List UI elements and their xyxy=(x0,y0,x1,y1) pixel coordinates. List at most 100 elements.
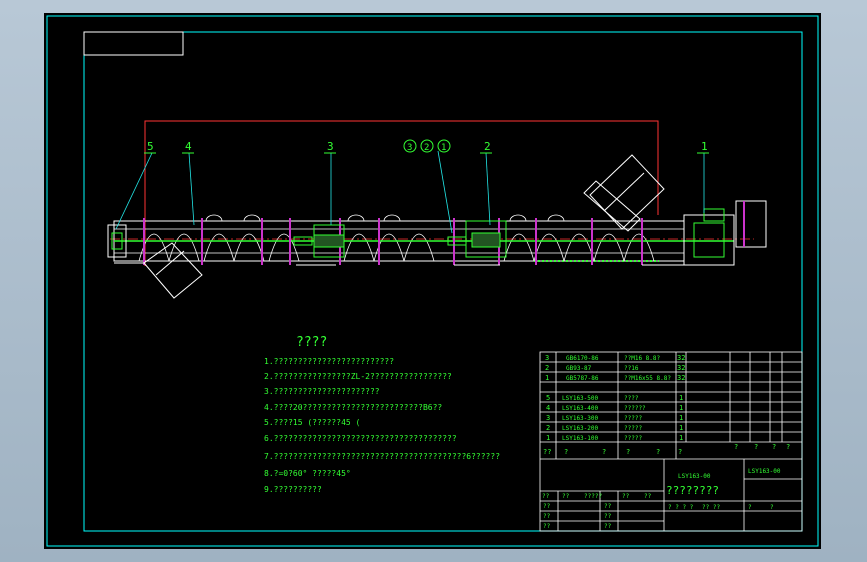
balloon-5: 5 xyxy=(144,140,156,154)
screw-flights xyxy=(138,233,655,262)
svg-text:3: 3 xyxy=(546,414,550,422)
balloon-1: 1 xyxy=(697,140,709,154)
svg-text:?????: ????? xyxy=(624,435,642,442)
svg-text:?: ? xyxy=(734,443,738,451)
svg-text:3: 3 xyxy=(545,354,549,362)
svg-text:4: 4 xyxy=(185,140,192,153)
svg-text:??: ?? xyxy=(622,493,630,500)
note-line: 2.????????????????ZL-2????????????????? xyxy=(264,372,452,381)
svg-text:1: 1 xyxy=(546,434,550,442)
svg-text:2: 2 xyxy=(546,424,550,432)
svg-text:3: 3 xyxy=(407,143,412,153)
drawing-number-left: LSY163-00 xyxy=(678,473,711,480)
bom-std-row: 2 GB93-87 ??16 32 xyxy=(545,364,685,372)
svg-text:??: ?? xyxy=(542,493,550,500)
svg-text:?: ? xyxy=(754,443,758,451)
balloon-4: 4 xyxy=(182,140,194,154)
svg-text:?: ? xyxy=(626,448,630,456)
note-line: 3.?????????????????????? xyxy=(264,387,380,396)
svg-text:??M16x55 8.8?: ??M16x55 8.8? xyxy=(624,375,671,382)
svg-text:LSY163-200: LSY163-200 xyxy=(562,425,599,432)
svg-text:??: ?? xyxy=(604,523,612,530)
drawing-name: ???????? xyxy=(666,484,719,497)
bom-std-row: 1 GB5787-86 ??M16x55 8.8? 32 xyxy=(545,374,685,382)
svg-text:?: ? xyxy=(678,448,682,456)
outlet-chute xyxy=(143,242,203,299)
outer-frame xyxy=(46,15,819,547)
balloon-3: 3 xyxy=(324,140,336,154)
svg-text:?: ? xyxy=(602,448,606,456)
svg-text:?: ? xyxy=(564,448,568,456)
note-line: 6.?????????????????????????????????????? xyxy=(264,434,457,443)
svg-text:? ? ? ?: ? ? ? ? xyxy=(668,504,694,511)
svg-text:??M16 8.8?: ??M16 8.8? xyxy=(624,355,661,362)
svg-text:2: 2 xyxy=(545,364,549,372)
svg-text:??: ?? xyxy=(543,523,551,530)
svg-text:1: 1 xyxy=(545,374,549,382)
svg-text:????: ???? xyxy=(624,395,639,402)
svg-text:??: ?? xyxy=(604,513,612,520)
svg-text:??16: ??16 xyxy=(624,365,639,372)
svg-text:32: 32 xyxy=(677,374,685,382)
note-line: 9.?????????? xyxy=(264,485,322,494)
svg-text:??????: ?????? xyxy=(624,405,646,412)
svg-text:?: ? xyxy=(786,443,790,451)
svg-text:LSY163-100: LSY163-100 xyxy=(562,435,599,442)
red-outline xyxy=(144,120,659,266)
bom-part-row: 2 LSY163-200 ????? 1 xyxy=(546,424,683,432)
svg-text:1: 1 xyxy=(701,140,708,153)
svg-text:?????: ????? xyxy=(624,425,642,432)
bom-part-row: 5 LSY163-500 ???? 1 xyxy=(546,394,683,402)
bom-header: ?? ? ? ? ? ? ? ? ? ? xyxy=(543,443,790,456)
svg-text:1: 1 xyxy=(679,414,683,422)
svg-text:3: 3 xyxy=(327,140,334,153)
svg-text:??: ?? xyxy=(604,503,612,510)
svg-text:GB5787-86: GB5787-86 xyxy=(566,375,599,382)
corner-box xyxy=(83,31,184,56)
svg-text:32: 32 xyxy=(677,354,685,362)
svg-text:1: 1 xyxy=(679,434,683,442)
svg-text:5: 5 xyxy=(546,394,550,402)
bom-std-row: 3 GB6170-86 ??M16 8.8? 32 xyxy=(545,354,685,362)
support-feet xyxy=(114,262,684,266)
svg-text:?: ? xyxy=(770,504,774,511)
svg-text:32: 32 xyxy=(677,364,685,372)
svg-text:1: 1 xyxy=(679,424,683,432)
bom-part-row: 1 LSY163-100 ????? 1 xyxy=(546,434,683,442)
svg-text:?????: ????? xyxy=(624,415,642,422)
drawing-number-right: LSY163-00 xyxy=(748,468,781,475)
svg-text:1: 1 xyxy=(441,143,446,153)
svg-text:?????: ????? xyxy=(584,493,602,500)
bom-part-row: 3 LSY163-300 ????? 1 xyxy=(546,414,683,422)
svg-text:??: ?? xyxy=(562,493,570,500)
svg-text:??: ?? xyxy=(644,493,652,500)
note-line: 4.????20?????????????????????????B6?? xyxy=(264,403,442,412)
inlet-chute xyxy=(583,154,665,232)
svg-text:LSY163-300: LSY163-300 xyxy=(562,415,599,422)
notes-title: ???? xyxy=(296,335,327,350)
note-line: 1.????????????????????????? xyxy=(264,357,394,366)
svg-text:?: ? xyxy=(656,448,660,456)
balloon-group-321: 3 2 1 xyxy=(403,139,451,153)
svg-text:2: 2 xyxy=(424,143,429,153)
svg-text:GB6170-86: GB6170-86 xyxy=(566,355,599,362)
svg-text:5: 5 xyxy=(147,140,154,153)
svg-text:1: 1 xyxy=(679,394,683,402)
svg-text:4: 4 xyxy=(546,404,550,412)
svg-text:1: 1 xyxy=(679,404,683,412)
svg-text:2: 2 xyxy=(484,140,491,153)
svg-text:?: ? xyxy=(772,443,776,451)
technical-notes: ???? 1.????????????????????????? 2.?????… xyxy=(264,335,500,494)
cover-bolts xyxy=(205,214,565,222)
svg-text:LSY163-400: LSY163-400 xyxy=(562,405,599,412)
svg-text:LSY163-500: LSY163-500 xyxy=(562,395,599,402)
svg-text:GB93-87: GB93-87 xyxy=(566,365,592,372)
svg-text:??: ?? xyxy=(543,448,551,456)
bom-part-row: 4 LSY163-400 ?????? 1 xyxy=(546,404,683,412)
cad-drawing: 5 4 3 3 2 1 2 1 ???? 1.?????????????????… xyxy=(46,15,819,547)
drive-unit xyxy=(683,200,767,266)
note-line: 5.????15 (??????45 ( xyxy=(264,418,360,427)
svg-text:??: ?? xyxy=(543,503,551,510)
note-line: 7.??????????????????????????????????????… xyxy=(264,452,500,461)
svg-text:?? ??: ?? ?? xyxy=(702,504,720,511)
